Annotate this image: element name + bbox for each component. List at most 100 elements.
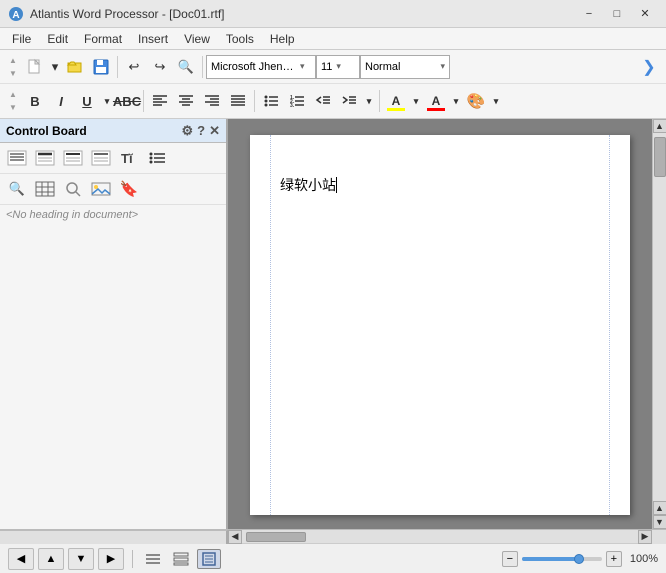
paint-format-button[interactable]: 🎨 [463, 88, 489, 114]
style-arrow: ▾ [440, 61, 445, 72]
align-center-button[interactable] [173, 88, 199, 114]
bold-button[interactable]: B [22, 88, 48, 114]
cb-settings-icon[interactable]: ⚙ [181, 123, 193, 139]
control-board: Control Board ⚙ ? ✕ Tĭ [0, 119, 228, 529]
menu-file[interactable]: File [4, 28, 39, 49]
hscroll-right-arrow[interactable]: ▶ [638, 530, 652, 544]
menu-view[interactable]: View [176, 28, 218, 49]
cb-bookmark-button[interactable]: 🔖 [116, 177, 142, 201]
save-button[interactable] [88, 54, 114, 80]
list-dropdown[interactable]: ▾ [362, 88, 376, 114]
toolbar-row-2: ▲ ▼ B I U ▾ ABC 1.2.3. [0, 84, 666, 118]
toolbar-nav-left-2: ▲ ▼ [6, 89, 20, 113]
prev-nav-button[interactable]: ◀ [8, 548, 34, 570]
font-name-dropdown[interactable]: Microsoft JhengHei ▾ [206, 55, 316, 79]
undo-button[interactable]: ↩ [121, 54, 147, 80]
cb-search-button[interactable] [60, 177, 86, 201]
zoom-knob[interactable] [574, 554, 584, 564]
bullet-list-button[interactable] [258, 88, 284, 114]
italic-button[interactable]: I [48, 88, 74, 114]
control-board-icons: ⚙ ? ✕ [181, 123, 220, 139]
app-icon: A [8, 6, 24, 22]
next-item-button[interactable]: ▼ [68, 548, 94, 570]
indent-increase-button[interactable] [336, 88, 362, 114]
highlight-color-button[interactable]: A [383, 88, 409, 114]
scroll-track[interactable] [653, 133, 666, 501]
strikethrough-button[interactable]: ABC [114, 88, 140, 114]
doc-text-content: 绿软小站 [280, 175, 600, 195]
toolbar-expand-right[interactable]: ❯ [636, 54, 662, 80]
horizontal-scrollbar-area: ◀ ▶ [0, 529, 666, 543]
align-left-button[interactable] [147, 88, 173, 114]
minimize-button[interactable]: − [576, 4, 602, 24]
new-button[interactable] [22, 54, 48, 80]
cb-close-icon[interactable]: ✕ [209, 123, 220, 139]
numbered-list-button[interactable]: 1.2.3. [284, 88, 310, 114]
view-mode-3[interactable] [197, 549, 221, 569]
svg-text:3.: 3. [290, 103, 295, 108]
toolbar-nav-left: ▲ ▼ [6, 55, 20, 79]
menu-insert[interactable]: Insert [130, 28, 176, 49]
close-button[interactable]: ✕ [632, 4, 658, 24]
align-right-button[interactable] [199, 88, 225, 114]
paint-format-dropdown[interactable]: ▾ [489, 88, 503, 114]
cb-style-list[interactable] [144, 146, 170, 170]
menu-tools[interactable]: Tools [218, 28, 262, 49]
cb-style-heading3[interactable] [88, 146, 114, 170]
redo-button[interactable]: ↪ [147, 54, 173, 80]
toolbar-nav-down[interactable]: ▼ [6, 68, 20, 79]
control-board-hscroll [0, 530, 228, 544]
font-name-arrow: ▾ [300, 61, 305, 72]
align-justify-button[interactable] [225, 88, 251, 114]
cb-style-heading1[interactable] [32, 146, 58, 170]
zoom-minus-button[interactable]: − [502, 551, 518, 567]
vertical-scrollbar: ▲ ▲ ▼ [652, 119, 666, 529]
menu-help[interactable]: Help [262, 28, 303, 49]
find-button[interactable]: 🔍 [173, 54, 199, 80]
zoom-fill [522, 557, 578, 561]
toolbar-nav-up-2[interactable]: ▲ [6, 89, 20, 100]
prev-item-button[interactable]: ▲ [38, 548, 64, 570]
view-mode-1[interactable] [141, 549, 165, 569]
highlight-color-dropdown[interactable]: ▾ [409, 88, 423, 114]
hscroll-track[interactable] [242, 531, 638, 543]
hscroll-corner [652, 530, 666, 544]
cb-tools-row-2: 🔍 🔖 [0, 174, 226, 205]
scroll-down-arrow-1[interactable]: ▲ [653, 501, 666, 515]
next-nav-button[interactable]: ▶ [98, 548, 124, 570]
scroll-thumb[interactable] [654, 137, 666, 177]
scroll-down-arrow-2[interactable]: ▼ [653, 515, 666, 529]
cb-style-heading2[interactable] [60, 146, 86, 170]
toolbar-nav-up[interactable]: ▲ [6, 55, 20, 66]
maximize-button[interactable]: □ [604, 4, 630, 24]
cb-find-button[interactable]: 🔍 [4, 177, 30, 201]
menu-format[interactable]: Format [76, 28, 130, 49]
zoom-track[interactable] [522, 557, 602, 561]
cb-image-button[interactable] [88, 177, 114, 201]
underline-button[interactable]: U [74, 88, 100, 114]
style-dropdown[interactable]: Normal ▾ [360, 55, 450, 79]
document-page[interactable]: 绿软小站 [250, 135, 630, 515]
cb-table-button[interactable] [32, 177, 58, 201]
cb-style-normal[interactable] [4, 146, 30, 170]
scroll-up-arrow[interactable]: ▲ [653, 119, 666, 133]
hscroll-thumb[interactable] [246, 532, 306, 542]
indent-decrease-button[interactable] [310, 88, 336, 114]
new-dropdown-button[interactable]: ▾ [48, 54, 62, 80]
font-size-dropdown[interactable]: 11 ▾ [316, 55, 360, 79]
control-board-content: <No heading in document> [0, 205, 226, 529]
font-color-button[interactable]: A [423, 88, 449, 114]
doc-text-area[interactable]: 绿软小站 [280, 175, 600, 195]
cb-help-icon[interactable]: ? [197, 123, 205, 139]
underline-dropdown[interactable]: ▾ [100, 88, 114, 114]
font-color-dropdown[interactable]: ▾ [449, 88, 463, 114]
open-button[interactable] [62, 54, 88, 80]
toolbar-nav-down-2[interactable]: ▼ [6, 102, 20, 113]
view-mode-2[interactable] [169, 549, 193, 569]
svg-text:A: A [12, 10, 19, 21]
menu-edit[interactable]: Edit [39, 28, 76, 49]
hscroll-left-arrow[interactable]: ◀ [228, 530, 242, 544]
control-board-header: Control Board ⚙ ? ✕ [0, 119, 226, 143]
zoom-plus-button[interactable]: + [606, 551, 622, 567]
cb-style-special[interactable]: Tĭ [116, 146, 142, 170]
